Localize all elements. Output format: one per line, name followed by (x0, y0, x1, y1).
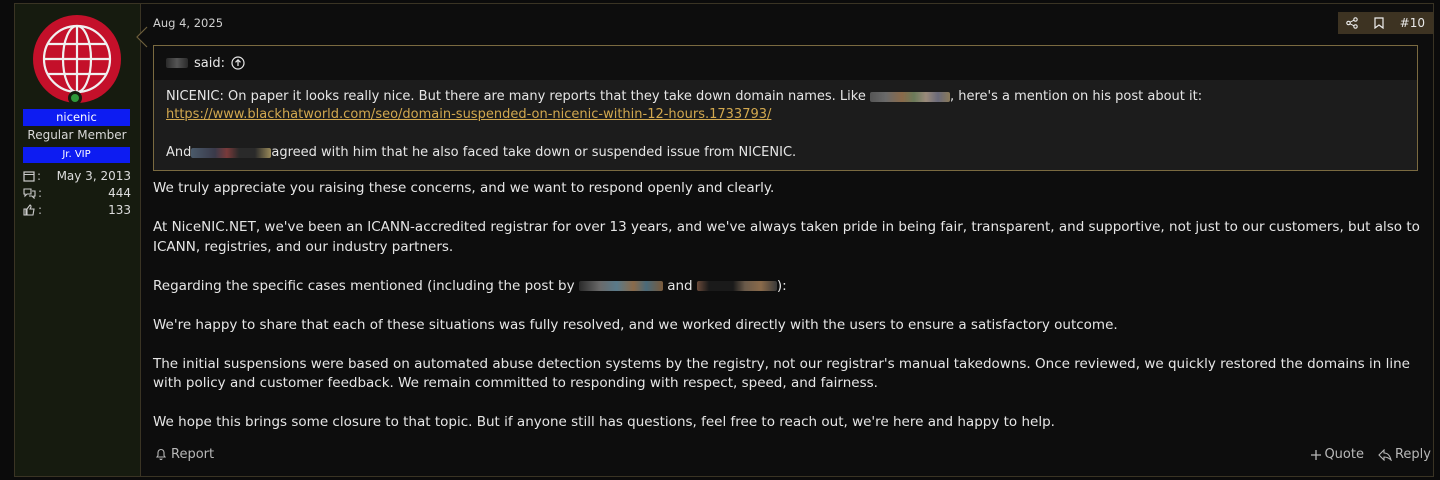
user-title: Regular Member (27, 128, 127, 142)
stat-joined: : May 3, 2013 (23, 167, 131, 184)
stat-messages: : 444 (23, 184, 131, 201)
user-stats: : May 3, 2013 : 444 : 133 (23, 167, 131, 218)
plus-icon (1311, 449, 1322, 460)
report-button[interactable]: Report (155, 447, 214, 462)
arrow-up-circle-icon[interactable] (231, 56, 245, 70)
quote-text-1a: NICENIC: On paper it looks really nice. … (166, 89, 866, 104)
paragraph-1: We truly appreciate you raising these co… (153, 180, 775, 196)
redacted-mention (870, 91, 950, 102)
calendar-icon (23, 170, 35, 182)
user-sidebar: nicenic Regular Member Jr. VIP : May 3, … (15, 4, 148, 476)
redacted-user-2 (696, 280, 777, 291)
quote-text-2a: And (166, 145, 192, 160)
bell-icon (155, 449, 167, 461)
quote-label: Quote (1324, 447, 1364, 462)
share-icon[interactable] (1345, 17, 1358, 29)
quote-block: said: NICENIC: On paper it looks really … (153, 45, 1418, 171)
quote-button[interactable]: Quote (1311, 447, 1364, 462)
paragraph-6: We hope this brings some closure to that… (153, 414, 1055, 430)
reply-icon (1378, 448, 1392, 461)
paragraph-3b: and (667, 277, 693, 294)
forum-post: nicenic Regular Member Jr. VIP : May 3, … (14, 3, 1434, 477)
quote-paragraph-1: NICENIC: On paper it looks really nice. … (166, 88, 1405, 124)
report-label: Report (171, 447, 215, 462)
post-content: We truly appreciate you raising these co… (153, 179, 1423, 452)
redacted-mention-2 (191, 147, 272, 158)
post-footer-actions: Quote Reply (1311, 447, 1431, 462)
quote-link[interactable]: https://www.blackhatworld.com/seo/domain… (166, 107, 771, 122)
post-number[interactable]: #10 (1400, 16, 1425, 30)
username[interactable]: nicenic (23, 109, 130, 126)
paragraph-3c: ): (776, 277, 787, 294)
online-status-indicator (68, 91, 82, 105)
paragraph-3: Regarding the specific cases mentioned (… (153, 277, 1423, 297)
post-main: Aug 4, 2025 #10 said: NICENIC: On paper … (141, 4, 1433, 476)
thumbs-up-icon (23, 203, 35, 216)
bookmark-icon[interactable] (1374, 17, 1384, 29)
post-date[interactable]: Aug 4, 2025 (153, 16, 223, 30)
quote-paragraph-2: And agreed with him that he also faced ta… (166, 144, 1405, 162)
post-actions: #10 (1337, 12, 1433, 34)
quote-text-2b: agreed with him that he also faced take … (271, 145, 797, 160)
quote-text-1b: , here's a mention on his post about it: (950, 89, 1203, 104)
quote-said: said: (194, 55, 225, 71)
stat-reactions: : 133 (23, 201, 131, 218)
reply-button[interactable]: Reply (1378, 447, 1431, 462)
paragraph-5: The initial suspensions were based on au… (153, 355, 1410, 392)
messages-icon (23, 187, 36, 199)
stat-joined-value: May 3, 2013 (56, 168, 131, 183)
paragraph-4: We're happy to share that each of these … (153, 316, 1118, 333)
user-banner: Jr. VIP (23, 147, 130, 163)
paragraph-3a: Regarding the specific cases mentioned (… (153, 277, 575, 294)
stat-reactions-value: 133 (108, 202, 131, 217)
quote-body: NICENIC: On paper it looks really nice. … (154, 80, 1417, 162)
redacted-user-1 (578, 280, 663, 291)
redacted-username (166, 58, 188, 68)
reply-label: Reply (1394, 447, 1431, 462)
stat-messages-value: 444 (108, 185, 131, 200)
paragraph-2: At NiceNIC.NET, we've been an ICANN-accr… (153, 219, 1420, 255)
quote-header: said: (154, 46, 1417, 80)
